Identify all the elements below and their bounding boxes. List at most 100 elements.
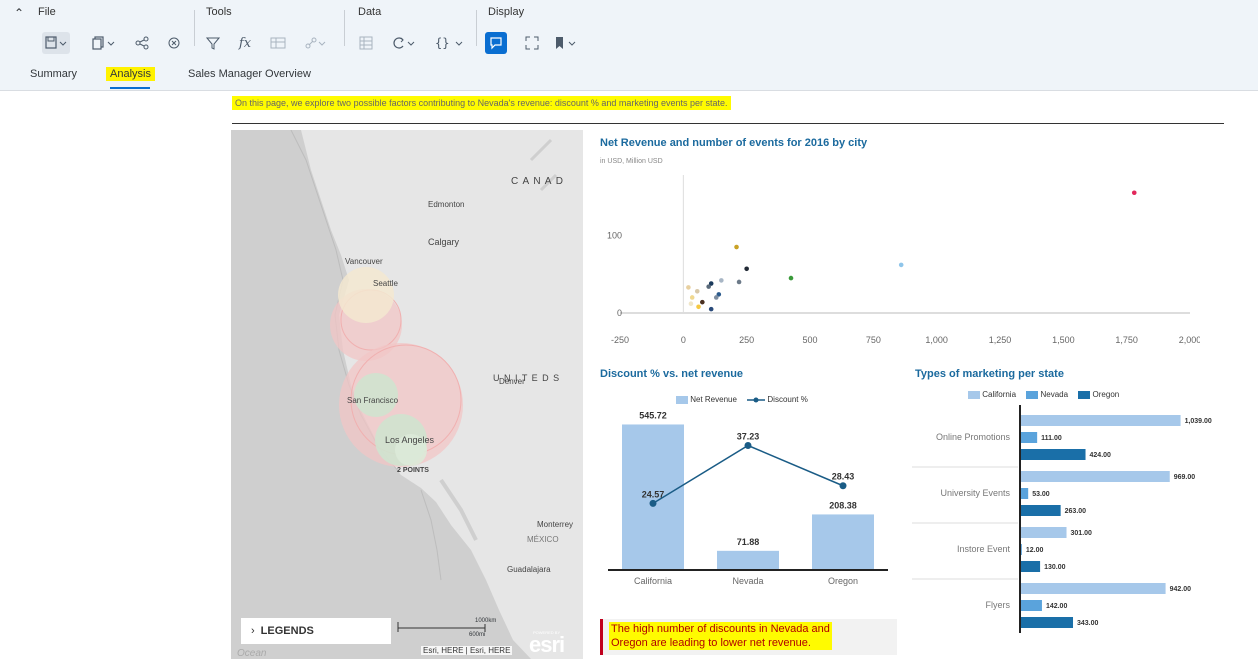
marketing-chart-bar-label: 1,039.00 bbox=[1185, 418, 1212, 425]
marketing-chart-bar-label: 142.00 bbox=[1046, 603, 1068, 610]
toolbar-separator bbox=[476, 10, 477, 46]
marketing-chart-bar bbox=[1020, 561, 1041, 572]
marketing-chart-category-label: Instore Event bbox=[957, 544, 1011, 554]
scatter-x-tick: 500 bbox=[802, 335, 817, 345]
discount-chart-line-label: 24.57 bbox=[642, 489, 665, 499]
bookmark-icon[interactable] bbox=[552, 32, 580, 54]
comment-icon[interactable] bbox=[485, 32, 507, 54]
scale-top-label: 1000km bbox=[475, 618, 497, 624]
marketing-chart-bar bbox=[1020, 617, 1074, 628]
marketing-chart-bar-label: 343.00 bbox=[1077, 620, 1099, 627]
scatter-chart[interactable]: -250 0 250 500 750 1,000 1,250 1,500 1,750 2,000 0… bbox=[590, 165, 1200, 355]
save-icon[interactable] bbox=[42, 32, 70, 54]
legend-net-revenue: Net Revenue bbox=[690, 395, 737, 404]
toolbar: ⌃ File Tools fx Data {} Display bbox=[0, 0, 1258, 63]
fullscreen-icon[interactable] bbox=[522, 32, 542, 54]
scatter-x-tick: 1,250 bbox=[989, 335, 1012, 345]
discount-chart-bar-label: 545.72 bbox=[639, 410, 667, 420]
tab-summary[interactable]: Summary bbox=[30, 68, 77, 80]
marketing-chart-legend: California Nevada Oregon bbox=[968, 390, 1119, 399]
scatter-chart-subtitle: in USD, Million USD bbox=[600, 158, 663, 165]
map-label-mexico: MÉXICO bbox=[527, 535, 559, 544]
scale-bottom-label: 600mi bbox=[469, 632, 486, 638]
data-grid-icon[interactable] bbox=[356, 32, 376, 54]
header-rule bbox=[232, 123, 1224, 124]
scatter-x-tick: 1,500 bbox=[1052, 335, 1075, 345]
braces-icon[interactable]: {} bbox=[432, 32, 466, 54]
scatter-point bbox=[788, 275, 794, 281]
map-label-calgary: Calgary bbox=[428, 237, 460, 247]
discount-chart-line-point bbox=[839, 482, 847, 490]
legend-nevada: Nevada bbox=[1040, 390, 1069, 399]
legends-button[interactable]: › LEGENDS bbox=[241, 618, 391, 644]
insight-callout: The high number of discounts in Nevada a… bbox=[600, 619, 897, 655]
scatter-point bbox=[686, 285, 691, 290]
refresh-data-icon[interactable] bbox=[390, 32, 418, 54]
marketing-chart-bar bbox=[1020, 432, 1038, 443]
refresh-icon[interactable] bbox=[164, 32, 184, 54]
discount-chart-line-point bbox=[744, 442, 752, 450]
discount-chart-line-label: 37.23 bbox=[737, 432, 760, 442]
scatter-point bbox=[706, 284, 711, 289]
scatter-x-tick: 0 bbox=[681, 335, 686, 345]
discount-chart-category-label: Nevada bbox=[732, 576, 763, 586]
discount-chart[interactable]: 545.72 California 71.88 Nevada 208.38 Oregon 2… bbox=[598, 410, 898, 590]
map-label-denver: Denver bbox=[499, 377, 525, 386]
toolbar-separator bbox=[344, 10, 345, 46]
share-icon[interactable] bbox=[132, 32, 152, 54]
scatter-point bbox=[713, 295, 719, 300]
scatter-x-tick: -250 bbox=[611, 335, 629, 345]
scatter-point bbox=[694, 288, 700, 294]
marketing-chart-bar bbox=[1020, 415, 1181, 426]
tab-sales-manager-overview[interactable]: Sales Manager Overview bbox=[188, 68, 311, 80]
scatter-x-tick: 1,750 bbox=[1115, 335, 1138, 345]
file-group-label: File bbox=[38, 6, 56, 18]
collapse-toolbar-icon[interactable]: ⌃ bbox=[14, 6, 24, 20]
legend-swatch-california bbox=[968, 390, 980, 399]
discount-chart-category-label: Oregon bbox=[828, 576, 858, 586]
esri-logo: esri bbox=[529, 632, 565, 657]
discount-chart-bar bbox=[812, 514, 874, 570]
legend-swatch-oregon bbox=[1078, 390, 1091, 399]
scatter-point bbox=[696, 304, 701, 310]
map-label-edmonton: Edmonton bbox=[428, 200, 465, 209]
callout-line-2: Oregon are leading to lower net revenue. bbox=[611, 637, 811, 649]
map-widget[interactable]: C A N A D Edmonton Calgary Vancouver Sea… bbox=[231, 130, 583, 659]
data-group-label: Data bbox=[358, 6, 382, 18]
scatter-point bbox=[1131, 190, 1137, 196]
scatter-point bbox=[734, 244, 739, 250]
filter-icon[interactable] bbox=[204, 32, 222, 54]
marketing-chart-bar bbox=[1020, 600, 1042, 611]
legend-oregon: Oregon bbox=[1092, 390, 1120, 399]
scatter-x-tick: 2,000 bbox=[1179, 335, 1200, 345]
map-label-los-angeles: Los Angeles bbox=[385, 435, 435, 445]
marketing-chart-bar bbox=[1020, 505, 1061, 516]
discount-chart-bar bbox=[717, 550, 779, 570]
marketing-chart[interactable]: Online Promotions 1,039.00 111.00 424.00 Uni… bbox=[912, 405, 1212, 635]
toolbar-separator bbox=[194, 10, 195, 46]
marketing-chart-bar-label: 969.00 bbox=[1174, 474, 1196, 481]
tools-group-label: Tools bbox=[206, 6, 232, 18]
link-icon[interactable] bbox=[302, 32, 328, 54]
marketing-chart-bar bbox=[1020, 527, 1067, 538]
discount-chart-legend: Net Revenue Discount % bbox=[676, 395, 808, 404]
scatter-x-tick: 750 bbox=[866, 335, 881, 345]
marketing-chart-category-label: Flyers bbox=[986, 600, 1011, 610]
legend-swatch-net-revenue bbox=[676, 395, 688, 404]
tab-analysis[interactable]: Analysis bbox=[106, 67, 155, 81]
discount-chart-line-label: 28.43 bbox=[832, 472, 855, 482]
legends-label: LEGENDS bbox=[260, 625, 314, 637]
marketing-chart-bar-label: 424.00 bbox=[1090, 452, 1112, 459]
formula-icon[interactable]: fx bbox=[236, 32, 254, 54]
scatter-point bbox=[708, 306, 714, 312]
scatter-point bbox=[744, 266, 749, 272]
insight-callout-text: The high number of discounts in Nevada a… bbox=[609, 622, 832, 650]
legend-swatch-nevada bbox=[1026, 390, 1039, 399]
discount-chart-bar-label: 71.88 bbox=[737, 537, 760, 547]
table-icon[interactable] bbox=[268, 32, 288, 54]
map-label-monterrey: Monterrey bbox=[537, 520, 574, 529]
copy-icon[interactable] bbox=[90, 32, 118, 54]
page-title-clipped bbox=[232, 86, 362, 92]
map-basemap bbox=[231, 130, 583, 659]
discount-chart-line-point bbox=[649, 499, 657, 507]
